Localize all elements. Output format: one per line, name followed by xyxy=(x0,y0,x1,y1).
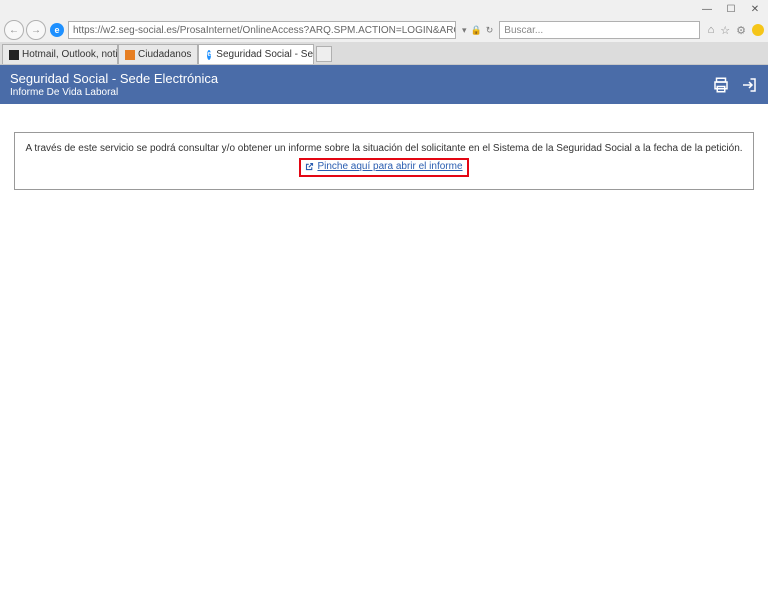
ie-icon: e xyxy=(50,23,64,37)
page-subtitle: Informe De Vida Laboral xyxy=(10,87,218,98)
new-tab-button[interactable] xyxy=(316,46,332,62)
forward-button[interactable]: → xyxy=(26,20,46,40)
address-bar[interactable]: https://w2.seg-social.es/ProsaInternet/O… xyxy=(68,21,456,39)
tab-seguridad-social[interactable]: e Seguridad Social - Sede Elec... × xyxy=(198,44,314,64)
service-description: A través de este servicio se podrá consu… xyxy=(23,143,745,154)
settings-icon[interactable]: ⚙ xyxy=(736,24,746,37)
favorites-icon[interactable]: ☆ xyxy=(720,24,730,37)
tab-hotmail[interactable]: Hotmail, Outlook, noticias y h... xyxy=(2,44,118,64)
exit-icon[interactable] xyxy=(740,76,758,94)
content-area: A través de este servicio se podrá consu… xyxy=(0,104,768,218)
refresh-button[interactable]: ↻ xyxy=(486,25,494,36)
window-maximize-button[interactable]: ☐ xyxy=(724,2,738,16)
favicon-msn-icon xyxy=(9,50,19,60)
address-controls: ▾ 🔒 ↻ xyxy=(462,25,493,36)
tab-label: Hotmail, Outlook, noticias y h... xyxy=(22,49,118,60)
favicon-ciudadanos-icon xyxy=(125,50,135,60)
back-button[interactable]: ← xyxy=(4,20,24,40)
open-report-link-label: Pinche aquí para abrir el informe xyxy=(317,161,462,172)
window-title-bar: — ☐ ✕ xyxy=(0,0,768,18)
url-dropdown-icon[interactable]: ▾ xyxy=(462,25,467,36)
search-input[interactable]: Buscar... xyxy=(499,21,699,39)
chrome-right-icons: ⌂ ☆ ⚙ xyxy=(708,24,764,37)
tab-label: Seguridad Social - Sede Elec... xyxy=(216,49,314,60)
nav-bar: ← → e https://w2.seg-social.es/ProsaInte… xyxy=(0,18,768,42)
link-highlight-frame: Pinche aquí para abrir el informe xyxy=(299,158,468,177)
header-actions xyxy=(712,76,758,94)
feedback-icon[interactable] xyxy=(752,24,764,36)
page-titles: Seguridad Social - Sede Electrónica Info… xyxy=(10,71,218,98)
window-minimize-button[interactable]: — xyxy=(700,2,714,16)
lock-icon: 🔒 xyxy=(471,25,482,36)
external-link-icon xyxy=(305,162,314,171)
info-box: A través de este servicio se podrá consu… xyxy=(14,132,754,190)
home-icon[interactable]: ⌂ xyxy=(708,24,715,36)
open-report-link[interactable]: Pinche aquí para abrir el informe xyxy=(305,161,462,172)
tab-strip: Hotmail, Outlook, noticias y h... Ciudad… xyxy=(0,42,768,64)
tab-ciudadanos[interactable]: Ciudadanos xyxy=(118,44,198,64)
print-icon[interactable] xyxy=(712,76,730,94)
tab-label: Ciudadanos xyxy=(138,49,191,60)
window-close-button[interactable]: ✕ xyxy=(748,2,762,16)
page-title: Seguridad Social - Sede Electrónica xyxy=(10,71,218,86)
favicon-ie-icon: e xyxy=(207,50,211,60)
browser-chrome: — ☐ ✕ ← → e https://w2.seg-social.es/Pro… xyxy=(0,0,768,65)
page-header: Seguridad Social - Sede Electrónica Info… xyxy=(0,65,768,104)
